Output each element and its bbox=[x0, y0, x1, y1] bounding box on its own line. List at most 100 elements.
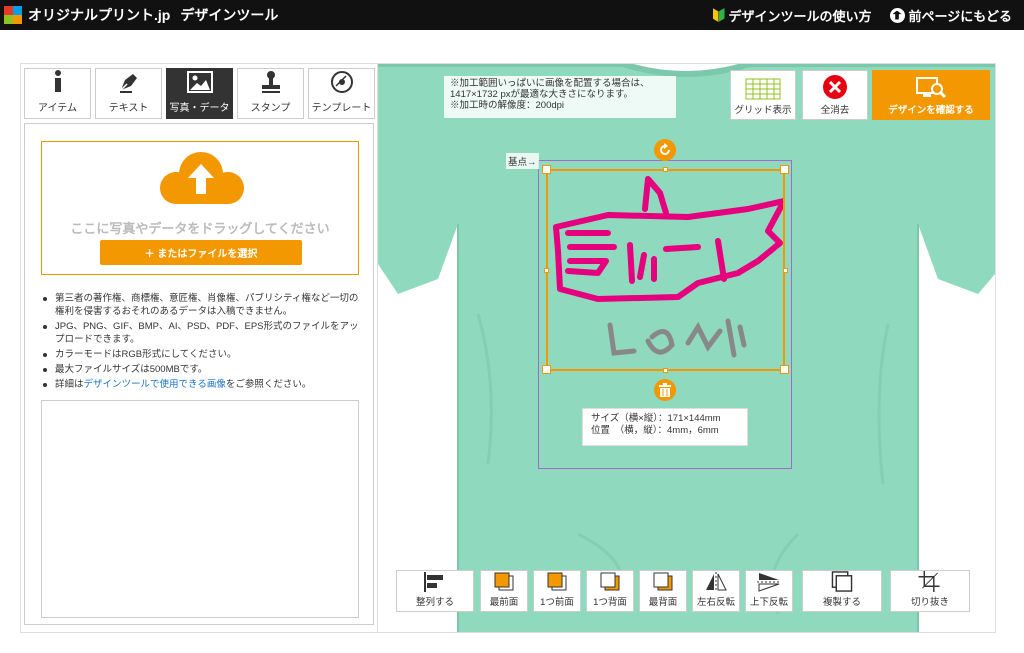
cloud-upload-icon bbox=[152, 150, 250, 210]
drop-zone[interactable]: ここに写真やデータをドラッグしてください ＋ またはファイルを選択 bbox=[41, 141, 359, 275]
design-canvas[interactable]: ※加工範囲いっぱいに画像を配置する場合は、 1417×1732 pxが最適な大き… bbox=[378, 64, 995, 632]
resize-handle-nw[interactable] bbox=[542, 165, 551, 174]
confirm-design-button[interactable]: デザインを確認する bbox=[872, 70, 990, 120]
item-info-icon bbox=[45, 69, 71, 95]
crop-icon bbox=[918, 571, 940, 592]
note-item: カラーモードはRGB形式にしてください。 bbox=[41, 348, 361, 361]
resize-handle-s[interactable] bbox=[663, 368, 668, 373]
crop-button[interactable]: 切り抜き bbox=[890, 570, 970, 612]
left-panel: アイテム テキスト 写真・データ スタンプ テンプレート ここに写真やデータをド… bbox=[20, 63, 378, 633]
align-label: 整列する bbox=[415, 597, 454, 608]
rotate-button[interactable] bbox=[654, 139, 676, 161]
grid-icon bbox=[745, 78, 781, 100]
close-icon bbox=[823, 75, 847, 99]
tab-template[interactable]: テンプレート bbox=[308, 68, 375, 119]
stamp-icon bbox=[258, 69, 284, 95]
tab-text[interactable]: テキスト bbox=[95, 68, 162, 119]
duplicate-label: 複製する bbox=[822, 597, 861, 608]
tool-tabs: アイテム テキスト 写真・データ スタンプ テンプレート bbox=[24, 68, 375, 119]
bring-front-button[interactable]: 最前面 bbox=[480, 570, 528, 612]
tab-label: スタンプ bbox=[250, 103, 291, 114]
trash-icon bbox=[659, 383, 671, 397]
size-position-info: サイズ（横×縦）：171×144mm 位置 （横，縦）：4mm，6mm bbox=[582, 408, 748, 446]
resize-handle-se[interactable] bbox=[780, 365, 789, 374]
howto-link[interactable]: デザインツールの使い方 bbox=[712, 6, 872, 25]
tab-label: 写真・データ bbox=[169, 103, 230, 114]
bring-front-icon bbox=[494, 572, 514, 591]
preview-monitor-icon bbox=[916, 77, 947, 99]
drawing-image bbox=[553, 176, 787, 358]
backward-button[interactable]: 1つ背面 bbox=[586, 570, 634, 612]
backward-icon bbox=[600, 572, 620, 591]
forward-button[interactable]: 1つ前面 bbox=[533, 570, 581, 612]
clear-all-label: 全消去 bbox=[820, 105, 850, 116]
clear-all-button[interactable]: 全消去 bbox=[802, 70, 868, 120]
basepoint-label: 基点→ bbox=[506, 153, 539, 169]
resize-handle-w[interactable] bbox=[544, 268, 549, 273]
send-back-icon bbox=[653, 572, 673, 591]
template-icon bbox=[329, 69, 355, 95]
send-back-label: 最背面 bbox=[648, 597, 678, 608]
rotate-icon bbox=[660, 143, 670, 155]
crop-label: 切り抜き bbox=[910, 597, 949, 608]
header-bar: オリジナルプリント.jp デザインツール デザインツールの使い方 前ページにもど… bbox=[0, 0, 1024, 30]
size-line: サイズ（横×縦）：171×144mm bbox=[591, 413, 721, 424]
brand-name: オリジナルプリント.jp bbox=[28, 7, 171, 23]
forward-label: 1つ前面 bbox=[540, 597, 574, 608]
uploaded-images-list[interactable] bbox=[41, 400, 359, 618]
info-line: ※加工時の解像度：200dpi bbox=[450, 100, 565, 111]
tab-photo-data[interactable]: 写真・データ bbox=[166, 68, 233, 119]
grid-label: グリッド表示 bbox=[734, 105, 792, 116]
tab-label: アイテム bbox=[38, 103, 77, 114]
note-item: JPG、PNG、GIF、BMP、AI、PSD、PDF、EPS形式のファイルをアッ… bbox=[41, 320, 361, 346]
grid-toggle-button[interactable]: グリッド表示 bbox=[730, 70, 796, 120]
duplicate-icon bbox=[831, 571, 853, 592]
detail-suffix: をご参照ください。 bbox=[225, 379, 312, 390]
upload-notes: 第三者の著作権、商標権、意匠権、肖像権、パブリシティ権など一切の権利を侵害するお… bbox=[41, 292, 361, 393]
tab-label: テンプレート bbox=[311, 103, 372, 114]
align-button[interactable]: 整列する bbox=[396, 570, 474, 612]
note-item: 第三者の著作権、商標権、意匠権、肖像権、パブリシティ権など一切の権利を侵害するお… bbox=[41, 292, 361, 318]
resize-handle-n[interactable] bbox=[663, 167, 668, 172]
howto-link-label: デザインツールの使い方 bbox=[728, 8, 872, 24]
brand-logo-icon bbox=[4, 6, 22, 24]
duplicate-button[interactable]: 複製する bbox=[802, 570, 882, 612]
detail-prefix: 詳細は bbox=[55, 379, 84, 390]
flip-horizontal-button[interactable]: 左右反転 bbox=[692, 570, 740, 612]
flip-vertical-label: 上下反転 bbox=[749, 597, 788, 608]
bring-front-label: 最前面 bbox=[489, 597, 519, 608]
back-link[interactable]: 前ページにもどる bbox=[889, 6, 1012, 25]
upload-panel: ここに写真やデータをドラッグしてください ＋ またはファイルを選択 第三者の著作… bbox=[24, 123, 374, 625]
brand[interactable]: オリジナルプリント.jp デザインツール bbox=[4, 5, 278, 25]
pen-icon bbox=[116, 69, 142, 95]
resize-handle-sw[interactable] bbox=[542, 365, 551, 374]
beginner-mark-icon bbox=[712, 8, 725, 22]
back-arrow-icon bbox=[889, 7, 905, 23]
note-item-detail: 詳細はデザインツールで使用できる画像をご参照ください。 bbox=[41, 378, 361, 391]
image-icon bbox=[186, 69, 213, 95]
delete-button[interactable] bbox=[654, 379, 676, 401]
usable-images-link[interactable]: デザインツールで使用できる画像 bbox=[84, 379, 226, 390]
confirm-design-label: デザインを確認する bbox=[888, 105, 974, 116]
resize-handle-e[interactable] bbox=[783, 268, 788, 273]
flip-vertical-button[interactable]: 上下反転 bbox=[745, 570, 793, 612]
flip-horizontal-label: 左右反転 bbox=[696, 597, 735, 608]
resize-handle-ne[interactable] bbox=[780, 165, 789, 174]
send-back-button[interactable]: 最背面 bbox=[639, 570, 687, 612]
tab-item[interactable]: アイテム bbox=[24, 68, 91, 119]
align-icon bbox=[424, 572, 443, 592]
back-link-label: 前ページにもどる bbox=[908, 8, 1012, 24]
info-line: ※加工範囲いっぱいに画像を配置する場合は、 bbox=[450, 78, 650, 89]
forward-icon bbox=[547, 572, 567, 591]
flip-horizontal-icon bbox=[706, 572, 727, 592]
tab-label: テキスト bbox=[108, 103, 149, 114]
backward-label: 1つ背面 bbox=[593, 597, 627, 608]
flip-vertical-icon bbox=[757, 573, 781, 592]
info-line: 1417×1732 pxが最適な大きさになります。 bbox=[450, 89, 634, 100]
drop-zone-text: ここに写真やデータをドラッグしてください bbox=[70, 221, 330, 236]
note-item: 最大ファイルサイズは500MBです。 bbox=[41, 363, 361, 376]
tab-stamp[interactable]: スタンプ bbox=[237, 68, 304, 119]
select-file-button[interactable]: ＋ またはファイルを選択 bbox=[100, 240, 302, 265]
print-area-info: ※加工範囲いっぱいに画像を配置する場合は、 1417×1732 pxが最適な大き… bbox=[444, 76, 676, 118]
selected-image-bounds[interactable] bbox=[546, 169, 787, 371]
